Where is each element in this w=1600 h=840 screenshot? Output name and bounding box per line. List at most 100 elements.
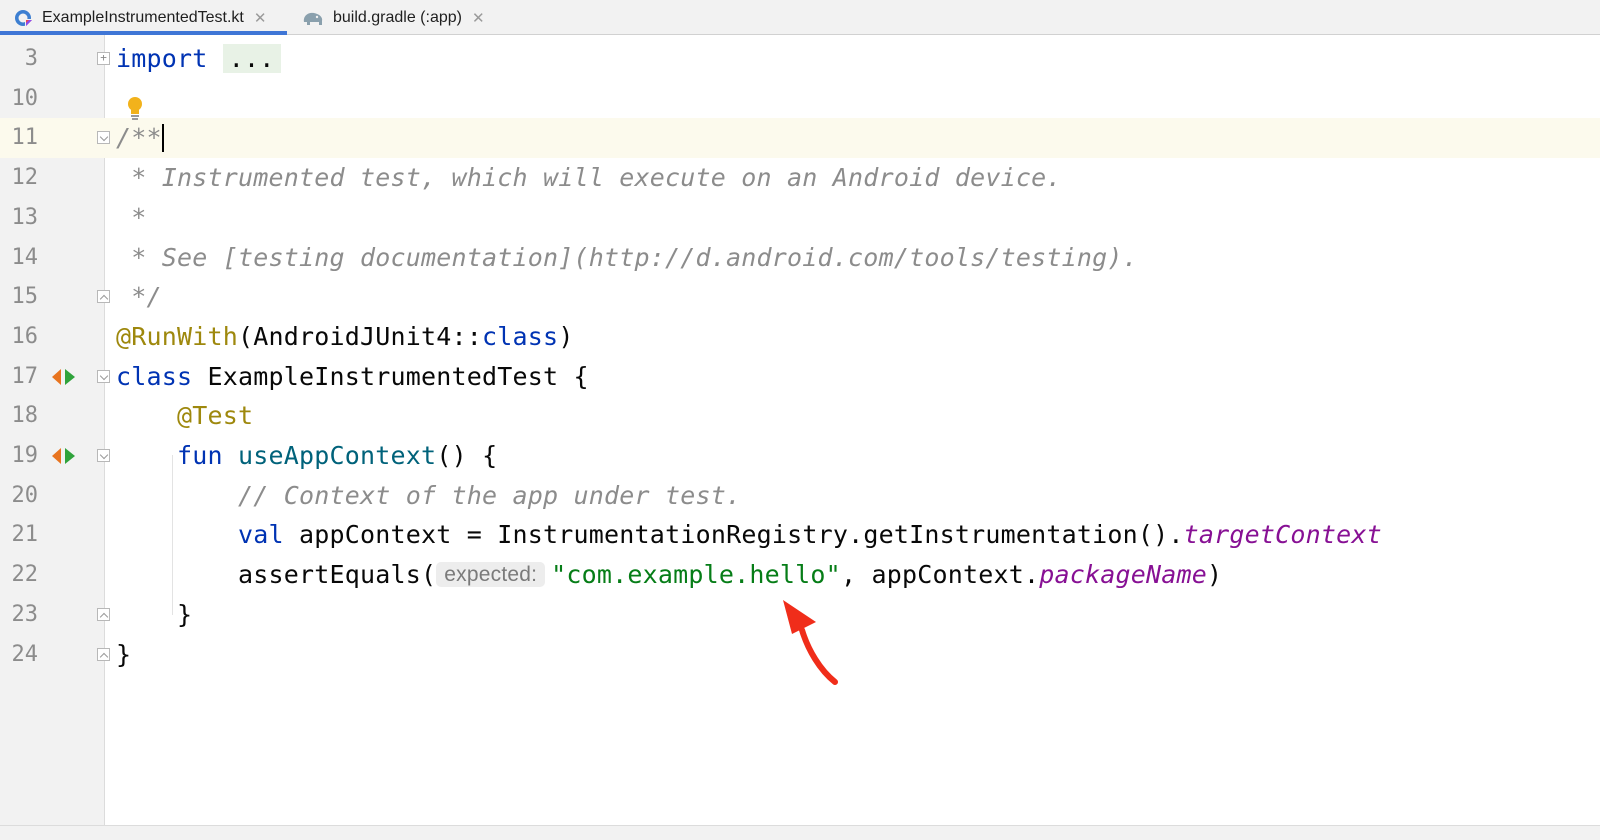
editor-tab-bar: ExampleInstrumentedTest.kt ✕ build.gradl…: [0, 0, 1600, 35]
close-icon[interactable]: ✕: [254, 9, 267, 27]
code-text[interactable]: // Context of the app under test.: [116, 480, 742, 510]
code-token: ): [1206, 560, 1223, 590]
line-number[interactable]: 23: [0, 602, 39, 627]
indent-guide: [172, 455, 173, 615]
code-text[interactable]: import ...: [116, 44, 281, 73]
line-number[interactable]: 19: [0, 444, 39, 468]
line-number[interactable]: 18: [0, 404, 39, 428]
code-token: *: [116, 202, 147, 232]
code-token: */: [116, 282, 162, 312]
code-line[interactable]: 20 // Context of the app under test.: [0, 476, 1600, 516]
close-icon[interactable]: ✕: [472, 9, 485, 27]
code-token: * See [testing documentation](http://d.a…: [116, 242, 1138, 272]
code-line[interactable]: 17 class ExampleInstrumentedTest {: [0, 357, 1600, 397]
code-line[interactable]: 14 * See [testing documentation](http://…: [0, 238, 1600, 278]
code-line[interactable]: 13 *: [0, 198, 1600, 238]
parameter-hint: expected:: [436, 562, 546, 588]
code-token: useAppContext: [238, 441, 437, 470]
code-text[interactable]: */: [116, 283, 162, 311]
fold-collapse-icon[interactable]: [97, 369, 110, 383]
tab-label: build.gradle (:app): [333, 8, 462, 26]
code-token: /**: [116, 123, 162, 153]
code-text[interactable]: fun useAppContext() {: [116, 442, 497, 470]
code-token: appContext = InstrumentationRegistry.get…: [283, 520, 1184, 550]
fold-collapse-icon[interactable]: [97, 131, 110, 145]
code-token: // Context of the app under test.: [238, 480, 742, 510]
line-number[interactable]: 12: [0, 166, 39, 190]
code-token: import: [116, 44, 208, 73]
run-test-icon[interactable]: [50, 446, 78, 466]
fold-collapse-icon[interactable]: [97, 607, 110, 621]
code-token: }: [116, 639, 132, 669]
line-number[interactable]: 3: [0, 47, 38, 71]
lightbulb-icon[interactable]: [126, 95, 144, 121]
code-token: val: [238, 520, 284, 550]
fold-expand-icon[interactable]: +: [97, 52, 110, 65]
code-token: () {: [436, 441, 498, 470]
code-text[interactable]: assertEquals(expected: "com.example.hello…: [116, 561, 1222, 591]
code-text[interactable]: * Instrumented test, which will execute …: [116, 164, 1062, 192]
line-number[interactable]: 17: [0, 364, 39, 389]
red-arrow-annotation: [783, 600, 838, 685]
code-line[interactable]: 22 assertEquals(expected: "com.example.he…: [0, 555, 1600, 595]
code-text[interactable]: class ExampleInstrumentedTest {: [116, 361, 589, 391]
code-text[interactable]: * See [testing documentation](http://d.a…: [116, 242, 1138, 272]
code-token: class: [116, 361, 193, 391]
code-line[interactable]: 15 */: [0, 277, 1600, 317]
line-number[interactable]: 16: [0, 324, 39, 349]
code-text[interactable]: @Test: [116, 402, 253, 430]
code-token: assertEquals(: [116, 560, 437, 590]
code-token: packageName: [1039, 560, 1207, 590]
code-line[interactable]: 10: [0, 79, 1600, 119]
editor-bottom-bar: [0, 825, 1600, 840]
run-test-icon[interactable]: [50, 367, 78, 387]
gradle-elephant-icon: [303, 12, 323, 25]
line-number[interactable]: 20: [0, 483, 39, 508]
folded-imports[interactable]: ...: [222, 44, 281, 73]
line-number[interactable]: 14: [0, 245, 39, 270]
code-text[interactable]: *: [116, 202, 147, 232]
kotlin-file-icon: [15, 9, 33, 27]
fold-collapse-icon[interactable]: [97, 449, 110, 462]
code-token: * Instrumented test, which will execute …: [116, 163, 1062, 193]
code-token: @RunWith: [116, 321, 239, 351]
line-number[interactable]: 15: [0, 285, 39, 309]
code-token: "com.example.hello": [551, 560, 841, 590]
code-line[interactable]: 18 @Test: [0, 396, 1600, 436]
tab-build-gradle[interactable]: build.gradle (:app) ✕: [287, 0, 497, 35]
fold-collapse-icon[interactable]: [97, 647, 110, 661]
code-token: fun: [177, 441, 223, 470]
code-line[interactable]: 3 + import ...: [0, 39, 1600, 79]
line-number[interactable]: 22: [0, 563, 39, 587]
tab-example-instrumented-test[interactable]: ExampleInstrumentedTest.kt ✕: [0, 0, 287, 35]
code-text[interactable]: }: [116, 599, 193, 629]
line-number[interactable]: 24: [0, 642, 39, 667]
code-text[interactable]: }: [116, 639, 132, 669]
code-editor[interactable]: 3 + import ... 10 11 /** 12 * Instrumented tes…: [0, 35, 1600, 825]
fold-collapse-icon[interactable]: [97, 290, 110, 304]
tab-label: ExampleInstrumentedTest.kt: [42, 8, 244, 26]
code-line[interactable]: 11 /**: [0, 118, 1600, 159]
line-number[interactable]: 10: [0, 86, 39, 111]
code-line[interactable]: 12 * Instrumented test, which will execu…: [0, 158, 1600, 198]
text-caret: [161, 124, 164, 153]
code-text[interactable]: val appContext = InstrumentationRegistry…: [116, 521, 1382, 549]
code-text[interactable]: @RunWith(AndroidJUnit4::class): [116, 321, 574, 351]
code-token: targetContext: [1183, 520, 1382, 550]
code-token: , appContext.: [840, 560, 1040, 590]
code-line[interactable]: 19 fun useAppContext() {: [0, 436, 1600, 476]
code-line[interactable]: 21 val appContext = InstrumentationRegis…: [0, 515, 1600, 555]
line-number[interactable]: 11: [0, 126, 39, 150]
code-token: @Test: [177, 401, 254, 431]
code-line[interactable]: 16 @RunWith(AndroidJUnit4::class): [0, 317, 1600, 357]
code-token: }: [116, 599, 193, 629]
code-text[interactable]: /**: [116, 123, 164, 153]
line-number[interactable]: 21: [0, 523, 39, 547]
code-token: class: [482, 321, 559, 351]
line-number[interactable]: 13: [0, 205, 39, 230]
